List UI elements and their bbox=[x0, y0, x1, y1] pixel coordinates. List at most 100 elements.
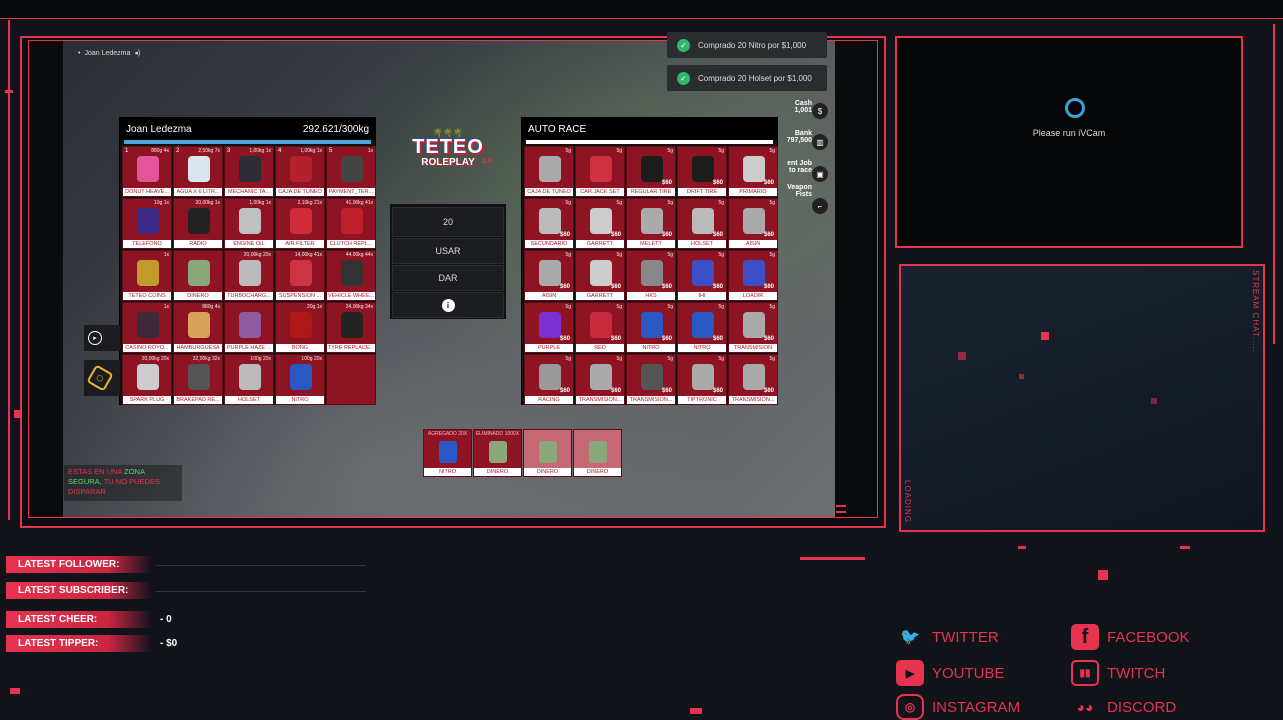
shop-slot[interactable]: 5g $60 TRANSMISION bbox=[728, 302, 778, 353]
player-inventory: Joan Ledezma 292.621/300kg 1 880g 4x DONUT… bbox=[119, 117, 376, 405]
slot-label: DRIFT TIRE bbox=[678, 188, 726, 196]
shop-slot[interactable]: 5g $60 MELETT bbox=[626, 198, 676, 249]
shop-slot[interactable]: 5g $60 AISIN bbox=[524, 250, 574, 301]
inventory-slot[interactable]: 20,00kg 20x TURBOCHARG... bbox=[224, 250, 274, 301]
slot-weight: 1,00kg 1x bbox=[249, 148, 271, 154]
inventory-slot[interactable]: 100g 20x NITRO bbox=[275, 354, 325, 405]
item-icon bbox=[341, 156, 363, 182]
inventory-slot[interactable]: 20,00kg 20x SPARK PLUG bbox=[122, 354, 172, 405]
inventory-slot[interactable]: 5 1x PAYMENT_TER... bbox=[326, 146, 376, 197]
inventory-slot[interactable]: DINERO bbox=[173, 250, 223, 301]
shop-slot[interactable]: 5g $60 SECUNDARIO bbox=[524, 198, 574, 249]
inventory-slot[interactable]: 32,00kg 32x BRAKEPAD RE... bbox=[173, 354, 223, 405]
shop-slot[interactable]: 5g $60 HOLSET bbox=[677, 198, 727, 249]
inventory-slot[interactable]: 14,00kg 41x SUSPENSION ... bbox=[275, 250, 325, 301]
shop-slot[interactable]: 5g $60 REGULAR TIRE bbox=[626, 146, 676, 197]
notification-text: Comprado 20 Nitro por $1,000 bbox=[698, 40, 807, 50]
inventory-slot[interactable]: 10g 1x TELEFONO bbox=[122, 198, 172, 249]
shop-slot[interactable]: 5g $60 TRANSMISION... bbox=[626, 354, 676, 405]
shop-slot[interactable]: 5g $60 NITRO bbox=[626, 302, 676, 353]
inventory-slot[interactable]: 41,00kg 41x CLUTCH REPL... bbox=[326, 198, 376, 249]
give-button[interactable]: DAR bbox=[392, 265, 504, 291]
shop-slot[interactable]: 5g $60 GARRETT bbox=[575, 198, 625, 249]
inventory-slot[interactable]: 1x TETEO COINS bbox=[122, 250, 172, 301]
shop-slot[interactable]: 5g CAR JACK SET bbox=[575, 146, 625, 197]
shop-slot[interactable]: 5g CAJA DE TUNEO bbox=[524, 146, 574, 197]
slot-label: BONG bbox=[276, 344, 324, 352]
hotbar-slot[interactable]: DINERO bbox=[523, 429, 572, 477]
inventory-header: Joan Ledezma 292.621/300kg bbox=[120, 118, 375, 140]
shop-slot[interactable]: 5g $60 HKS bbox=[626, 250, 676, 301]
shop-slot[interactable]: 5g $60 PURPLE bbox=[524, 302, 574, 353]
chat-deco bbox=[958, 352, 966, 360]
item-icon bbox=[239, 260, 261, 286]
bank-label: Bank bbox=[794, 130, 812, 137]
item-icon bbox=[137, 156, 159, 182]
inventory-slot[interactable]: 20,00kg 1x RADIO bbox=[173, 198, 223, 249]
social-youtube[interactable]: ▶ YOUTUBE bbox=[896, 660, 1005, 686]
hotbar-label: DINERO bbox=[474, 468, 521, 476]
item-icon bbox=[539, 312, 561, 338]
inventory-slot[interactable]: 2,10kg 21x AIR FILTER bbox=[275, 198, 325, 249]
hotbar-slot[interactable]: ELIMINADO 1000X DINERO bbox=[473, 429, 522, 477]
inventory-slot[interactable]: 4 1,00kg 1x CAJA DE TUNEO bbox=[275, 146, 325, 197]
slot-label: ENGINE OIL bbox=[225, 240, 273, 248]
inventory-slot[interactable]: 1x CASINO ROYO... bbox=[122, 302, 172, 353]
inventory-slot[interactable]: 2 2,50kg 7x AGUA X 6 LITR... bbox=[173, 146, 223, 197]
instagram-icon: ◎ bbox=[896, 694, 924, 720]
stream-stats: LATEST FOLLOWER: LATEST SUBSCRIBER: LATE… bbox=[6, 556, 406, 655]
slot-weight: 5g bbox=[718, 200, 724, 206]
social-instagram[interactable]: ◎ INSTAGRAM bbox=[896, 694, 1020, 720]
shop-slot[interactable]: 5g $60 TIPTRONIC bbox=[677, 354, 727, 405]
inventory-slot[interactable]: 44,00kg 44x VEHICLE WHEE... bbox=[326, 250, 376, 301]
inventory-slot[interactable]: 880g 4x HAMBURGUESA bbox=[173, 302, 223, 353]
shop-slot[interactable]: 5g $60 RACING bbox=[524, 354, 574, 405]
slot-label: TELEFONO bbox=[123, 240, 171, 248]
item-icon bbox=[743, 208, 765, 234]
shop-slot[interactable]: 5g $60 LOADIR bbox=[728, 250, 778, 301]
social-twitter[interactable]: 🐦 TWITTER bbox=[896, 624, 999, 650]
inventory-slot[interactable]: PURPLE HAZE ... bbox=[224, 302, 274, 353]
shop-slot[interactable]: 5g $60 AISIN bbox=[728, 198, 778, 249]
slot-label: CAJA DE TUNEO bbox=[525, 188, 573, 196]
info-button[interactable]: i bbox=[392, 292, 504, 318]
slot-price: $60 bbox=[661, 336, 672, 342]
inventory-slot[interactable]: 34,00kg 34x TYRE REPLACE... bbox=[326, 302, 376, 353]
social-facebook[interactable]: f FACEBOOK bbox=[1071, 624, 1190, 650]
item-icon bbox=[341, 312, 363, 338]
quantity-input[interactable]: 20 bbox=[392, 207, 504, 237]
latest-tipper-row: LATEST TIPPER: - $0 bbox=[6, 635, 406, 655]
shop-slot[interactable]: 5g $60 DRIFT TIRE bbox=[677, 146, 727, 197]
social-twitch[interactable]: ▮▮ TWITCH bbox=[1071, 660, 1165, 686]
slot-weight: 5g bbox=[718, 252, 724, 258]
hotbar-slot[interactable]: AGREGADO 20X NITRO bbox=[423, 429, 472, 477]
slot-label: HOLSET bbox=[225, 396, 273, 404]
use-button[interactable]: USAR bbox=[392, 238, 504, 264]
inventory-slot-empty[interactable] bbox=[326, 354, 376, 405]
inventory-slot[interactable]: 3 1,00kg 1x MECHANIC TA... bbox=[224, 146, 274, 197]
shop-slot[interactable]: 5g $60 NITRO bbox=[677, 302, 727, 353]
slot-price: $60 bbox=[610, 232, 621, 238]
slot-label: HAMBURGUESA bbox=[174, 344, 222, 352]
shop-slot[interactable]: 5g $60 RED bbox=[575, 302, 625, 353]
shop-title: AUTO RACE bbox=[528, 123, 587, 135]
inventory-slot[interactable]: 100g 20x HOLSET bbox=[224, 354, 274, 405]
shop-slot[interactable]: 5g $60 IHI bbox=[677, 250, 727, 301]
social-discord[interactable]: ◕◕ DISCORD bbox=[1071, 694, 1177, 720]
item-icon bbox=[641, 156, 663, 182]
safe-zone-text-e: DISPARAR bbox=[68, 487, 106, 496]
inventory-slot[interactable]: 1,00kg 1x ENGINE OIL bbox=[224, 198, 274, 249]
inventory-slot[interactable]: 1 880g 4x DONUT HEAVE... bbox=[122, 146, 172, 197]
slot-weight: 1,00kg 1x bbox=[300, 148, 322, 154]
item-icon bbox=[743, 312, 765, 338]
shop-slot[interactable]: 5g $60 TRANSMISION... bbox=[575, 354, 625, 405]
slot-label: CLUTCH REPL... bbox=[327, 240, 375, 248]
slot-label: GARRETT bbox=[576, 240, 624, 248]
inventory-slot[interactable]: 20g 1x BONG bbox=[275, 302, 325, 353]
hotbar-slot[interactable]: DINERO bbox=[573, 429, 622, 477]
slot-weight: 5g bbox=[718, 148, 724, 154]
shop-slot[interactable]: 5g $60 TRANSMISION... bbox=[728, 354, 778, 405]
item-icon bbox=[188, 208, 210, 234]
slot-weight: 5g bbox=[565, 356, 571, 362]
shop-slot[interactable]: 5g $60 GARRETT bbox=[575, 250, 625, 301]
